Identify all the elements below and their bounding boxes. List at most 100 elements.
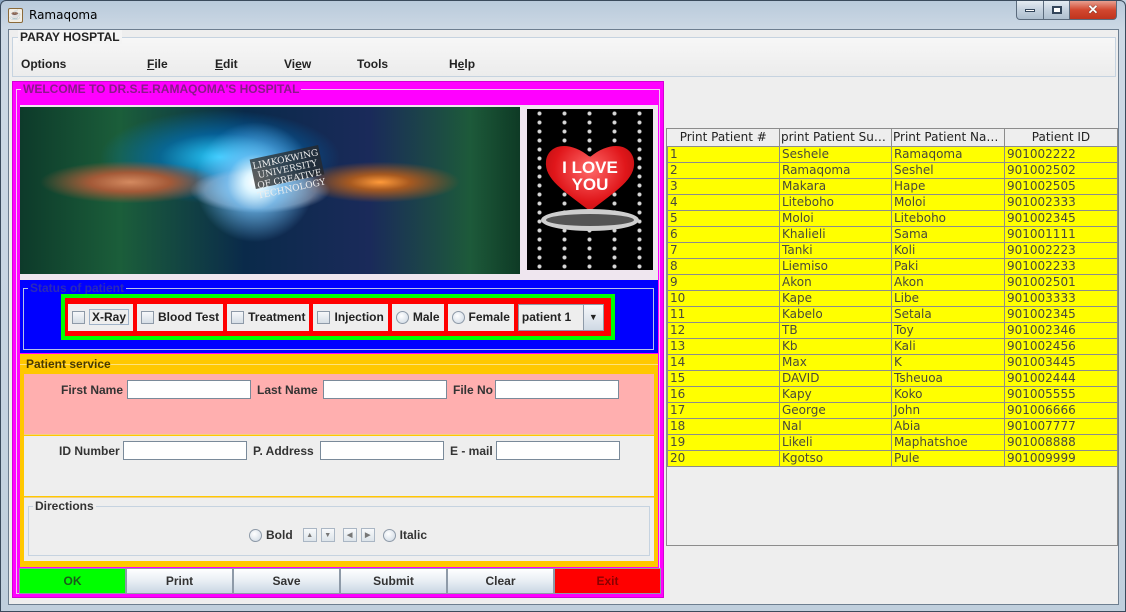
table-cell[interactable]: 901002456: [1004, 337, 1118, 355]
table-cell[interactable]: 901001111: [1004, 225, 1118, 243]
table-cell[interactable]: Liteboho: [891, 209, 1005, 227]
table-cell[interactable]: Libe: [891, 289, 1005, 307]
table-row[interactable]: 20 Kgotso Pule 901009999: [667, 449, 1118, 467]
table-row[interactable]: 1 Seshele Ramaqoma 901002222: [667, 145, 1118, 163]
table-cell[interactable]: 19: [667, 433, 780, 451]
id-number-input[interactable]: [123, 441, 247, 460]
last-name-input[interactable]: [323, 380, 447, 399]
table-cell[interactable]: 901005555: [1004, 385, 1118, 403]
table-cell[interactable]: 901002502: [1004, 161, 1118, 179]
table-cell[interactable]: Kapy: [779, 385, 892, 403]
save-button[interactable]: Save: [233, 568, 340, 594]
first-name-input[interactable]: [127, 380, 251, 399]
table-cell[interactable]: 15: [667, 369, 780, 387]
table-cell[interactable]: Akon: [891, 273, 1005, 291]
table-cell[interactable]: 17: [667, 401, 780, 419]
table-row[interactable]: 19 Likeli Maphatshoe 901008888: [667, 433, 1118, 451]
table-cell[interactable]: 901008888: [1004, 433, 1118, 451]
table-cell[interactable]: 13: [667, 337, 780, 355]
print-button[interactable]: Print: [126, 568, 233, 594]
table-cell[interactable]: 901006666: [1004, 401, 1118, 419]
radio-female[interactable]: Female: [447, 303, 514, 331]
table-row[interactable]: 18 Nal Abia 901007777: [667, 417, 1118, 435]
table-row[interactable]: 5 Moloi Liteboho 901002345: [667, 209, 1118, 227]
table-cell[interactable]: 901009999: [1004, 449, 1118, 467]
p-address-input[interactable]: [320, 441, 444, 460]
table-row[interactable]: 6 Khalieli Sama 901001111: [667, 225, 1118, 243]
table-cell[interactable]: 9: [667, 273, 780, 291]
radio-italic[interactable]: [382, 528, 396, 542]
title-bar[interactable]: ☕ Ramaqoma ✕: [1, 1, 1125, 29]
table-cell[interactable]: 901002505: [1004, 177, 1118, 195]
table-cell[interactable]: Kgotso: [779, 449, 892, 467]
table-cell[interactable]: 901003445: [1004, 353, 1118, 371]
table-cell[interactable]: 4: [667, 193, 780, 211]
table-cell[interactable]: 901002501: [1004, 273, 1118, 291]
menu-edit[interactable]: Edit: [215, 57, 238, 71]
table-cell[interactable]: Seshele: [779, 145, 892, 163]
table-cell[interactable]: 6: [667, 225, 780, 243]
menu-tools[interactable]: Tools: [357, 57, 388, 71]
ok-button[interactable]: OK: [19, 568, 126, 594]
table-row[interactable]: 16 Kapy Koko 901005555: [667, 385, 1118, 403]
table-cell[interactable]: Abia: [891, 417, 1005, 435]
table-cell[interactable]: Hape: [891, 177, 1005, 195]
table-row[interactable]: 11 Kabelo Setala 901002345: [667, 305, 1118, 323]
arrow-down-icon[interactable]: ▼: [320, 528, 335, 542]
column-header-names[interactable]: Print Patient Names: [891, 129, 1005, 147]
table-cell[interactable]: Moloi: [779, 209, 892, 227]
menu-options[interactable]: Options: [21, 57, 66, 71]
column-header-surname[interactable]: print Patient Surna...: [779, 129, 892, 147]
table-row[interactable]: 4 Liteboho Moloi 901002333: [667, 193, 1118, 211]
table-cell[interactable]: Makara: [779, 177, 892, 195]
table-cell[interactable]: Kali: [891, 337, 1005, 355]
checkbox-xray[interactable]: X-Ray: [68, 303, 134, 331]
table-cell[interactable]: John: [891, 401, 1005, 419]
table-row[interactable]: 2 Ramaqoma Seshel 901002502: [667, 161, 1118, 179]
table-cell[interactable]: 3: [667, 177, 780, 195]
table-cell[interactable]: Khalieli: [779, 225, 892, 243]
table-cell[interactable]: 901002345: [1004, 209, 1118, 227]
table-cell[interactable]: 12: [667, 321, 780, 339]
table-cell[interactable]: Tanki: [779, 241, 892, 259]
table-cell[interactable]: 5: [667, 209, 780, 227]
table-cell[interactable]: 901003333: [1004, 289, 1118, 307]
exit-button[interactable]: Exit: [554, 568, 661, 594]
table-cell[interactable]: Kape: [779, 289, 892, 307]
arrow-up-icon[interactable]: ▲: [302, 528, 317, 542]
checkbox-treatment[interactable]: Treatment: [227, 303, 310, 331]
table-cell[interactable]: Paki: [891, 257, 1005, 275]
table-cell[interactable]: George: [779, 401, 892, 419]
table-cell[interactable]: Toy: [891, 321, 1005, 339]
table-cell[interactable]: Setala: [891, 305, 1005, 323]
chevron-down-icon[interactable]: ▼: [582, 304, 603, 330]
table-cell[interactable]: Liteboho: [779, 193, 892, 211]
maximize-button[interactable]: [1044, 1, 1070, 20]
table-cell[interactable]: 2: [667, 161, 780, 179]
table-cell[interactable]: 901002346: [1004, 321, 1118, 339]
menu-help[interactable]: Help: [449, 57, 475, 71]
table-cell[interactable]: Koli: [891, 241, 1005, 259]
table-cell[interactable]: 7: [667, 241, 780, 259]
table-cell[interactable]: Nal: [779, 417, 892, 435]
file-no-input[interactable]: [495, 380, 619, 399]
email-input[interactable]: [496, 441, 620, 460]
table-cell[interactable]: Kb: [779, 337, 892, 355]
table-row[interactable]: 12 TB Toy 901002346: [667, 321, 1118, 339]
table-cell[interactable]: Ramaqoma: [779, 161, 892, 179]
radio-bold[interactable]: [249, 528, 262, 542]
clear-button[interactable]: Clear: [447, 568, 554, 594]
table-cell[interactable]: 16: [667, 385, 780, 403]
table-row[interactable]: 7 Tanki Koli 901002223: [667, 241, 1118, 259]
table-cell[interactable]: 8: [667, 257, 780, 275]
table-cell[interactable]: Tsheuoa: [891, 369, 1005, 387]
table-cell[interactable]: 11: [667, 305, 780, 323]
table-cell[interactable]: Moloi: [891, 193, 1005, 211]
table-cell[interactable]: 901002444: [1004, 369, 1118, 387]
patient-combo[interactable]: patient 1 ▼: [517, 303, 604, 331]
table-cell[interactable]: 20: [667, 449, 780, 467]
menu-file[interactable]: File: [147, 57, 168, 71]
table-cell[interactable]: 18: [667, 417, 780, 435]
table-cell[interactable]: DAVID: [779, 369, 892, 387]
table-cell[interactable]: Kabelo: [779, 305, 892, 323]
